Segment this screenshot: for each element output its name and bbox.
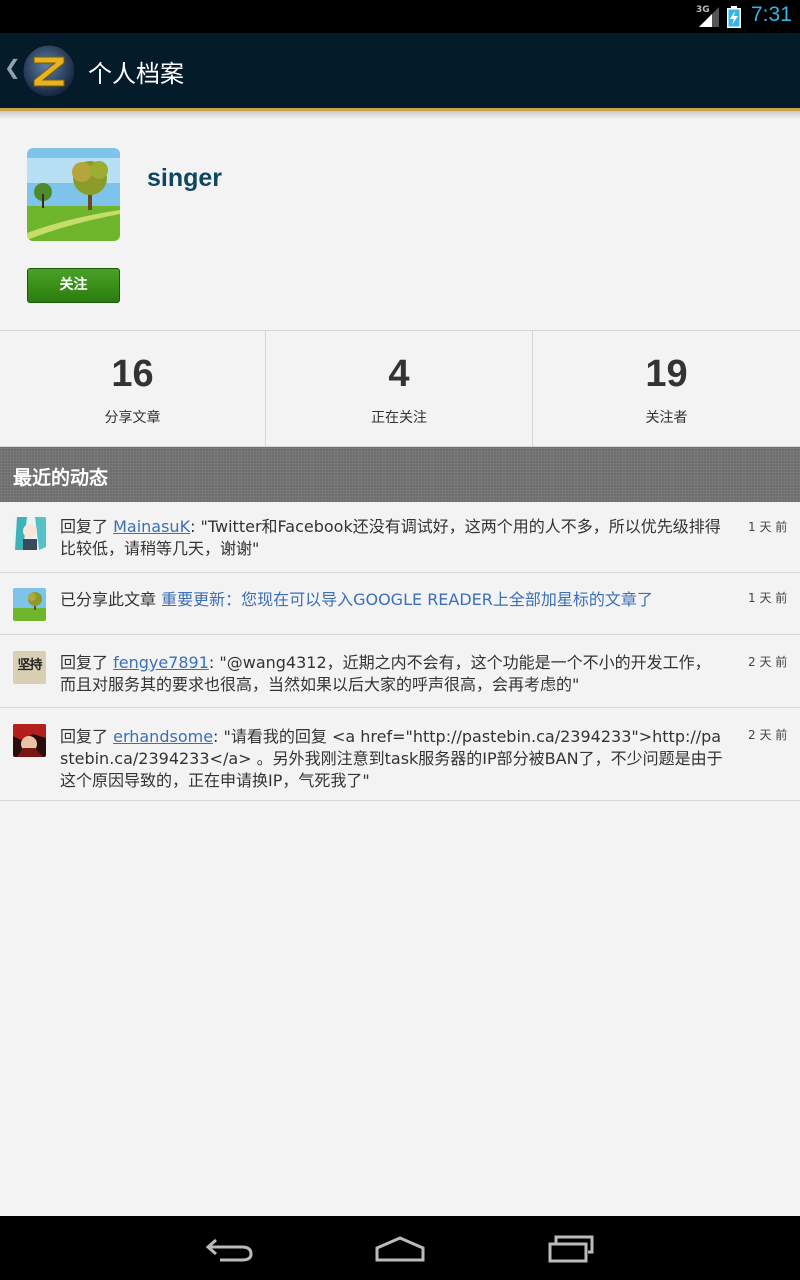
- user-avatar-thumb: [13, 517, 46, 550]
- status-bar: 3G 7:31: [0, 0, 800, 33]
- stat-label: 关注者: [645, 410, 688, 426]
- back-icon[interactable]: [204, 1234, 256, 1264]
- stat-value: 16: [111, 353, 154, 395]
- timestamp: 2 天 前: [748, 728, 788, 742]
- action-bar: ❮ 个人档案: [0, 33, 800, 108]
- app-logo-icon[interactable]: [22, 44, 76, 98]
- stat-followers[interactable]: 19 关注者: [532, 331, 800, 447]
- battery-icon: [727, 6, 741, 28]
- activity-text: 回复了 MainasuK: "Twitter和Facebook还没有调试好，这两…: [60, 517, 721, 558]
- activity-text: 回复了 fengye7891: "@wang4312，近期之内不会有，这个功能是…: [60, 653, 711, 694]
- list-item[interactable]: 坚持 回复了 fengye7891: "@wang4312，近期之内不会有，这个…: [0, 635, 800, 708]
- list-item[interactable]: 回复了 MainasuK: "Twitter和Facebook还没有调试好，这两…: [0, 502, 800, 573]
- stat-value: 19: [645, 353, 688, 395]
- activity-text: 回复了 erhandsome: "请看我的回复 <a href="http://…: [60, 727, 723, 790]
- user-link[interactable]: erhandsome: [113, 727, 213, 746]
- timestamp: 1 天 前: [748, 591, 788, 605]
- stat-label: 正在关注: [371, 410, 427, 426]
- section-header-recent-activity: 最近的动态: [0, 447, 800, 502]
- stat-value: 4: [388, 353, 410, 395]
- action-bar-shadow: [0, 111, 800, 119]
- chevron-left-icon[interactable]: ❮: [4, 55, 21, 79]
- recents-icon[interactable]: [546, 1234, 598, 1264]
- user-avatar-thumb: 坚持: [13, 651, 46, 684]
- signal-icon: [699, 7, 719, 27]
- user-avatar-thumb: [13, 588, 46, 621]
- list-item[interactable]: 回复了 erhandsome: "请看我的回复 <a href="http://…: [0, 708, 800, 801]
- stat-shared-articles[interactable]: 16 分享文章: [0, 331, 265, 447]
- clock: 7:31: [751, 3, 792, 26]
- stat-following[interactable]: 4 正在关注: [265, 331, 532, 447]
- timestamp: 2 天 前: [748, 655, 788, 669]
- user-link[interactable]: fengye7891: [113, 653, 209, 672]
- list-item[interactable]: 已分享此文章 重要更新：您现在可以导入GOOGLE READER上全部加星标的文…: [0, 573, 800, 635]
- section-title: 最近的动态: [13, 467, 109, 489]
- timestamp: 1 天 前: [748, 520, 788, 534]
- article-link[interactable]: 重要更新：您现在可以导入GOOGLE READER上全部加星标的文章了: [161, 590, 653, 609]
- profile-stats: 16 分享文章 4 正在关注 19 关注者: [0, 330, 800, 447]
- home-icon[interactable]: [374, 1234, 426, 1264]
- follow-button[interactable]: 关注: [27, 268, 120, 303]
- username: singer: [147, 164, 223, 192]
- activity-text: 已分享此文章 重要更新：您现在可以导入GOOGLE READER上全部加星标的文…: [60, 590, 653, 609]
- stat-label: 分享文章: [104, 410, 161, 426]
- avatar: [27, 148, 120, 241]
- page-title: 个人档案: [88, 60, 184, 88]
- user-avatar-thumb: [13, 724, 46, 757]
- user-link[interactable]: MainasuK: [113, 517, 190, 536]
- navigation-bar: [0, 1216, 800, 1280]
